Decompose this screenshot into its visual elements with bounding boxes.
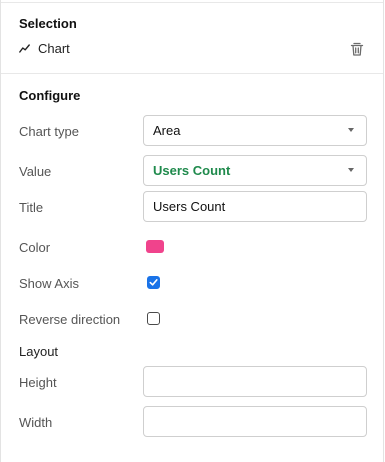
chart-type-select[interactable]: Area <box>143 115 367 146</box>
selection-heading: Selection <box>19 16 77 31</box>
color-label: Color <box>19 240 51 255</box>
chart-type-label: Chart type <box>19 124 79 139</box>
layout-heading: Layout <box>19 344 59 359</box>
show-axis-checkbox[interactable] <box>147 276 160 289</box>
chart-type-value: Area <box>153 123 181 138</box>
selected-item-label: Chart <box>38 41 70 56</box>
top-divider <box>1 2 383 3</box>
title-label: Title <box>19 200 44 215</box>
checkmark-icon <box>149 279 158 286</box>
height-input[interactable] <box>143 366 367 397</box>
height-label: Height <box>19 375 57 390</box>
color-swatch[interactable] <box>146 240 164 253</box>
selected-item[interactable]: Chart <box>19 41 70 56</box>
title-input[interactable] <box>143 191 367 222</box>
value-selected: Users Count <box>153 163 231 178</box>
reverse-direction-checkbox[interactable] <box>147 312 160 325</box>
chevron-down-icon <box>348 168 354 172</box>
reverse-direction-label: Reverse direction <box>19 312 121 327</box>
properties-panel: Selection Chart Configure Chart type Are… <box>0 0 384 462</box>
chevron-down-icon <box>348 128 354 132</box>
trash-icon[interactable] <box>349 41 365 57</box>
value-select[interactable]: Users Count <box>143 155 367 186</box>
width-label: Width <box>19 415 53 430</box>
line-chart-icon <box>19 44 30 53</box>
value-label: Value <box>19 164 52 179</box>
section-divider <box>1 73 383 74</box>
configure-heading: Configure <box>19 88 81 103</box>
width-input[interactable] <box>143 406 367 437</box>
show-axis-label: Show Axis <box>19 276 79 291</box>
